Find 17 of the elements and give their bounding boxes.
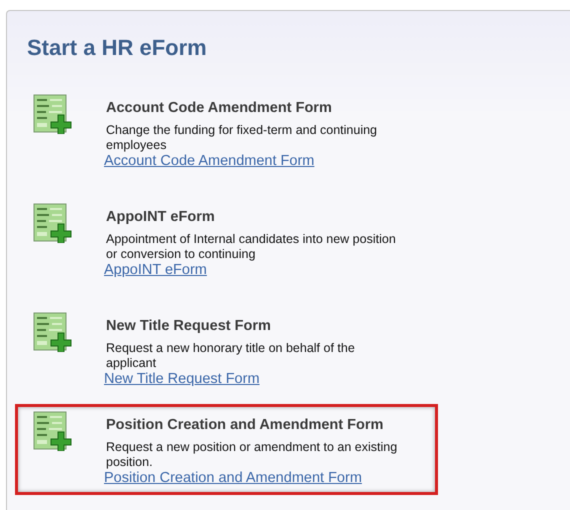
form-add-icon — [33, 203, 73, 243]
form-link[interactable]: New Title Request Form — [104, 371, 260, 387]
form-title: Account Code Amendment Form — [106, 100, 332, 116]
form-link[interactable]: Position Creation and Amendment Form — [104, 470, 362, 486]
form-add-icon — [33, 94, 73, 134]
form-add-icon — [33, 411, 73, 451]
form-title: AppoINT eForm — [106, 209, 215, 225]
form-add-icon — [33, 312, 73, 352]
form-title: Position Creation and Amendment Form — [106, 417, 384, 433]
form-title: New Title Request Form — [106, 318, 271, 334]
form-description: Change the funding for fixed-term and continuing employees — [106, 123, 378, 153]
form-link[interactable]: AppoINT eForm — [104, 262, 207, 278]
form-description: Request a new position or amendment to an existing position. — [106, 440, 398, 470]
form-description: Request a new honorary title on behalf of the applicant — [106, 341, 356, 371]
form-description: Appointment of Internal candidates into new position or conversion to continuing — [106, 232, 397, 262]
page-title: Start a HR eForm — [27, 35, 207, 61]
form-link[interactable]: Account Code Amendment Form — [104, 153, 314, 169]
